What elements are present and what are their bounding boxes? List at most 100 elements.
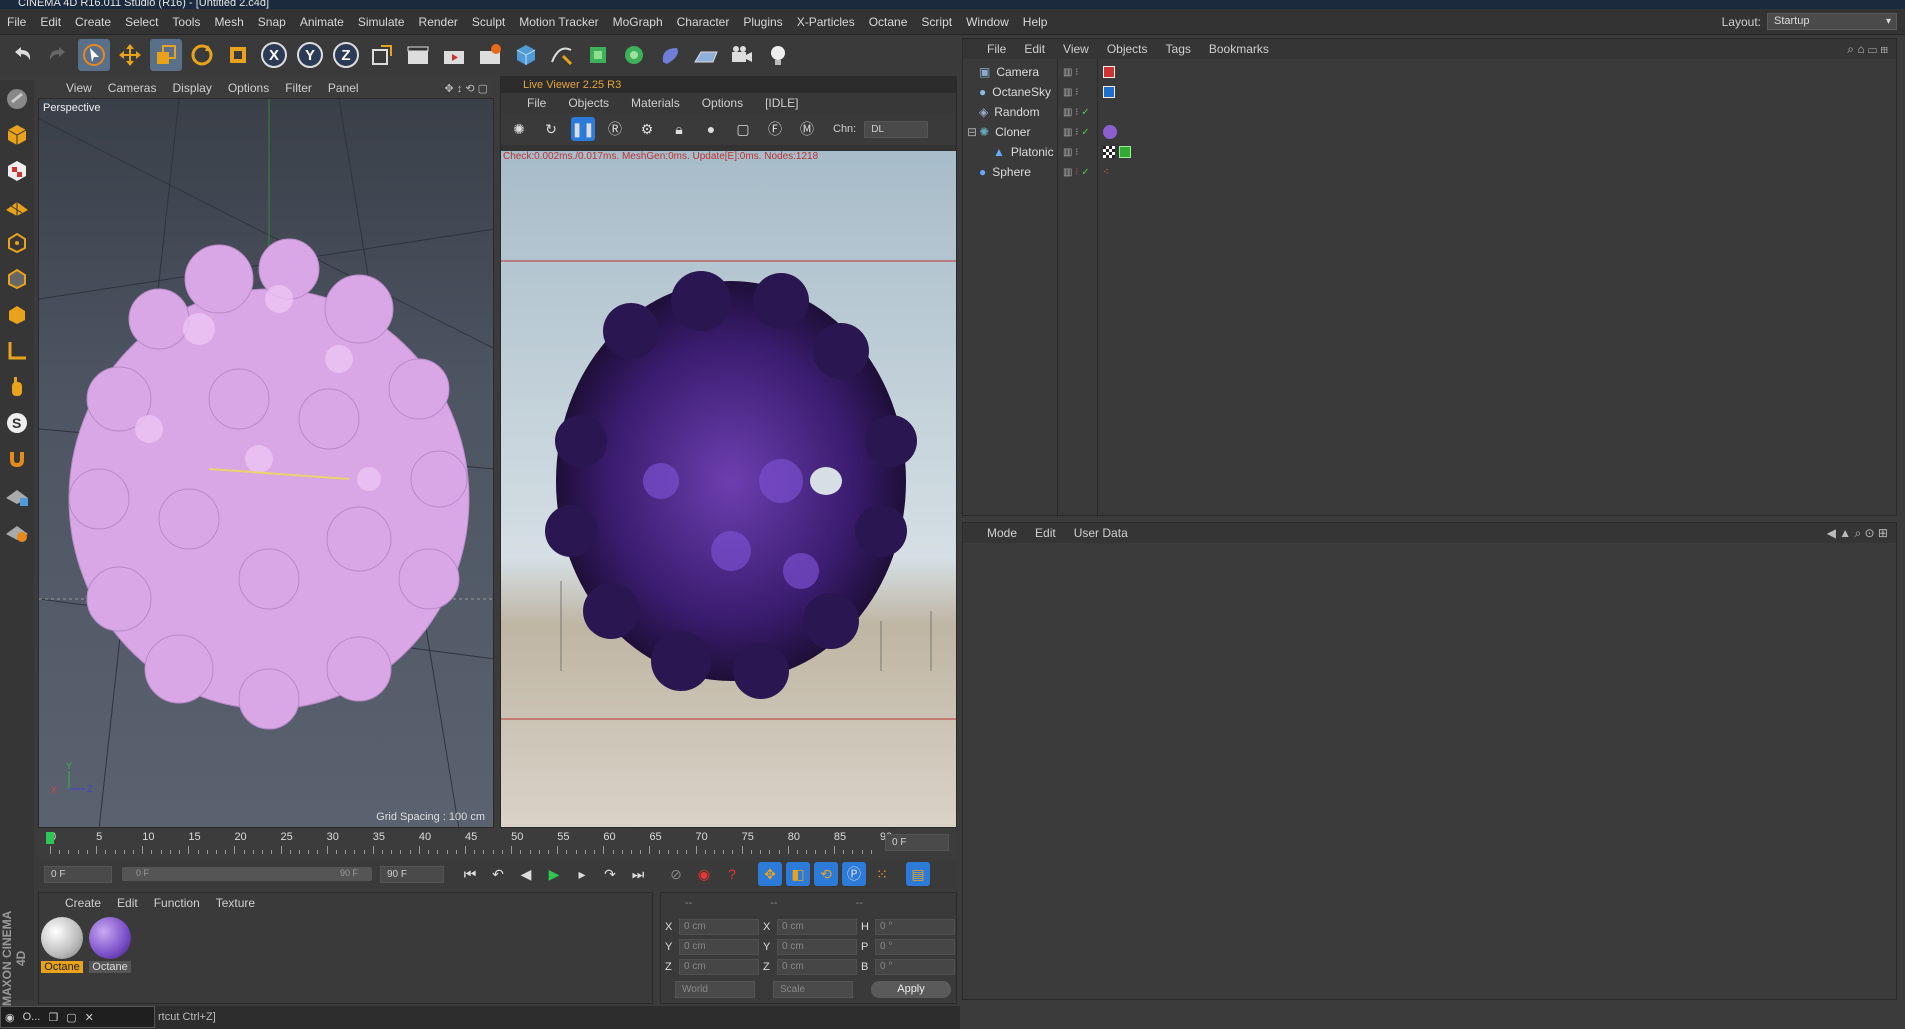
rotate-tool-button[interactable] — [186, 39, 218, 71]
menu-select[interactable]: Select — [118, 15, 165, 29]
menu-motion-tracker[interactable]: Motion Tracker — [512, 15, 605, 29]
menu-simulate[interactable]: Simulate — [351, 15, 412, 29]
go-to-end-button[interactable]: ⏭ — [626, 862, 650, 886]
timeline-button[interactable]: ▤ — [906, 862, 930, 886]
visibility-red-check-icon[interactable]: ▥ ⁝ ✓ — [1063, 167, 1090, 178]
material-preview-button[interactable]: ● — [699, 117, 723, 141]
end-frame-field[interactable]: 90 F — [380, 865, 444, 883]
magnet-button[interactable] — [3, 444, 31, 474]
subdivision-surface-button[interactable] — [582, 39, 614, 71]
material-picker-button[interactable]: Ⓜ — [795, 117, 819, 141]
rotation-p-field[interactable]: 0 ° — [875, 939, 955, 955]
previous-frame-button[interactable]: ◀ — [514, 862, 538, 886]
key-pla-button[interactable]: ⁙ — [870, 862, 894, 886]
menu-window[interactable]: Window — [959, 15, 1016, 29]
visibility-dots-icon[interactable]: ▥ ⁝ — [1063, 87, 1078, 98]
visibility-dots-icon[interactable]: ▥ ⁝ — [1063, 147, 1078, 158]
octane-render-output[interactable]: Check:0.002ms./0.017ms. MeshGen:0ms. Upd… — [501, 151, 956, 827]
send-scene-button[interactable]: ✺ — [507, 117, 531, 141]
materials-menu-texture[interactable]: Texture — [216, 896, 255, 910]
viewport-menu-panel[interactable]: Panel — [328, 81, 359, 95]
previous-key-button[interactable]: ↶ — [486, 862, 510, 886]
key-position-button[interactable]: ✥ — [758, 862, 782, 886]
auto-key-button[interactable]: ? — [720, 862, 744, 886]
layout-dropdown[interactable]: Startup — [1767, 13, 1897, 30]
viewport-menu-filter[interactable]: Filter — [285, 81, 312, 95]
menu-animate[interactable]: Animate — [293, 15, 351, 29]
viewport-nav-icons[interactable]: ✥ ↕ ⟲ ▢ — [445, 82, 489, 95]
materials-menu-function[interactable]: Function — [154, 896, 200, 910]
size-mode-dropdown[interactable]: Scale — [773, 981, 853, 998]
menu-mesh[interactable]: Mesh — [207, 15, 250, 29]
objects-menu-file[interactable]: File — [987, 42, 1006, 56]
texture-mode-button[interactable] — [3, 156, 31, 186]
cube-button[interactable] — [510, 39, 542, 71]
dots-tag-icon[interactable]: ⁖ — [1103, 167, 1109, 178]
go-to-start-button[interactable]: ⏮ — [458, 862, 482, 886]
object-row-cloner[interactable]: ⊟ ✺ Cloner ▥ ⁝ ✓ — [963, 123, 1896, 141]
floor-button[interactable] — [690, 39, 722, 71]
region-button[interactable]: ▢ — [731, 117, 755, 141]
key-scale-button[interactable]: ◧ — [786, 862, 810, 886]
workplane-mode-button[interactable] — [3, 192, 31, 222]
size-x-field[interactable]: 0 cm — [777, 919, 857, 935]
start-frame-field[interactable]: 0 F — [44, 865, 112, 883]
viewport-menu-view[interactable]: View — [66, 81, 92, 95]
objects-menu-tags[interactable]: Tags — [1166, 42, 1191, 56]
current-frame-field[interactable]: 0 F — [885, 834, 949, 851]
menu-snap[interactable]: Snap — [251, 15, 293, 29]
rotation-h-field[interactable]: 0 ° — [875, 919, 955, 935]
camera-tag-icon[interactable] — [1103, 66, 1115, 78]
menu-x-particles[interactable]: X-Particles — [790, 15, 862, 29]
maximize-icon[interactable]: ▢ — [66, 1011, 76, 1024]
next-frame-button[interactable]: ▸ — [570, 862, 594, 886]
attributes-menu-mode[interactable]: Mode — [987, 526, 1017, 540]
object-row-camera[interactable]: ▣ Camera ▥ ⁝ — [963, 63, 1896, 81]
objects-menu-edit[interactable]: Edit — [1024, 42, 1045, 56]
camera-button[interactable] — [726, 39, 758, 71]
materials-menu-create[interactable]: Create — [65, 896, 101, 910]
redo-button[interactable] — [42, 39, 74, 71]
axis-mode-button[interactable] — [3, 336, 31, 366]
workplane-snap-button[interactable] — [3, 516, 31, 546]
attributes-menu-edit[interactable]: Edit — [1035, 526, 1056, 540]
z-axis-button[interactable]: Z — [330, 39, 362, 71]
object-row-random[interactable]: ◈ Random ▥ ⁝ ✓ — [963, 103, 1896, 121]
scale-tool-button[interactable] — [150, 39, 182, 71]
menu-edit[interactable]: Edit — [33, 15, 68, 29]
rotation-b-field[interactable]: 0 ° — [875, 959, 955, 975]
close-icon[interactable]: ✕ — [85, 1011, 94, 1024]
live-viewer-menu-options[interactable]: Options — [702, 96, 743, 110]
object-row-platonic[interactable]: ▲ Platonic ▥ ⁝ — [963, 143, 1896, 161]
menu-tools[interactable]: Tools — [165, 15, 207, 29]
menu-octane[interactable]: Octane — [862, 15, 915, 29]
live-selection-button[interactable] — [78, 39, 110, 71]
attribute-nav-icons[interactable]: ◀ ▲ ⌕ ⊙ ⊞ — [1827, 526, 1888, 541]
play-button[interactable]: ▶ — [542, 862, 566, 886]
collapse-icon[interactable]: ⊟ — [967, 125, 977, 139]
viewport-menu-options[interactable]: Options — [228, 81, 269, 95]
texture-tag-icon[interactable] — [1103, 146, 1115, 158]
polygons-mode-button[interactable] — [3, 300, 31, 330]
restore-icon[interactable]: ❐ — [48, 1011, 58, 1024]
live-viewer-menu-materials[interactable]: Materials — [631, 96, 680, 110]
record-disabled-button[interactable]: ⊘ — [664, 862, 688, 886]
minimized-window[interactable]: ◉ O... ❐ ▢ ✕ — [0, 1006, 155, 1028]
menu-create[interactable]: Create — [68, 15, 118, 29]
record-button[interactable]: ◉ — [692, 862, 716, 886]
snap-button[interactable]: S — [3, 408, 31, 438]
objects-menu-view[interactable]: View — [1063, 42, 1089, 56]
lock-button[interactable]: 🔒︎ — [667, 117, 691, 141]
make-editable-button[interactable] — [3, 84, 31, 114]
render-settings-gear-button[interactable]: ⚙ — [635, 117, 659, 141]
search-icon[interactable]: ⌕ ⌂ ▭ ⊞ — [1847, 42, 1888, 57]
position-y-field[interactable]: 0 cm — [679, 939, 759, 955]
green-tag-icon[interactable] — [1119, 146, 1131, 158]
y-axis-button[interactable]: Y — [294, 39, 326, 71]
points-mode-button[interactable] — [3, 228, 31, 258]
locked-workplane-button[interactable] — [3, 480, 31, 510]
menu-render[interactable]: Render — [412, 15, 465, 29]
perspective-viewport[interactable]: Perspective YZX Grid Spacing : 100 cm — [38, 98, 494, 828]
move-tool-button[interactable] — [114, 39, 146, 71]
objects-menu-objects[interactable]: Objects — [1107, 42, 1148, 56]
